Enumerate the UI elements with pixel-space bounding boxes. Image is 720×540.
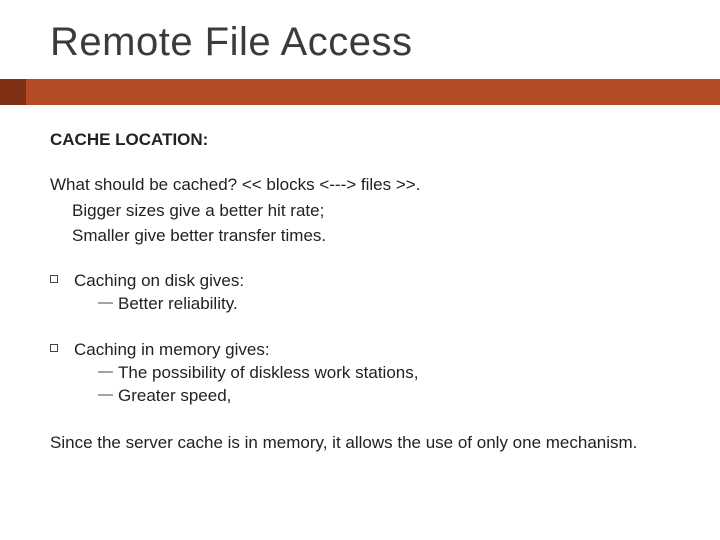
dash-bullet-icon: — xyxy=(98,363,112,382)
sub-list-item: — Greater speed, xyxy=(50,385,670,406)
square-bullet-icon xyxy=(50,275,58,283)
section-heading: CACHE LOCATION: xyxy=(50,129,670,150)
square-bullet-icon xyxy=(50,344,58,352)
content-area: CACHE LOCATION: What should be cached? <… xyxy=(50,129,670,454)
sub-item-text: Better reliability. xyxy=(118,293,238,314)
sub-item-text: Greater speed, xyxy=(118,385,231,406)
list-item: Caching in memory gives: xyxy=(50,339,670,360)
intro-sub-1: Bigger sizes give a better hit rate; xyxy=(50,200,670,221)
intro-line: What should be cached? << blocks <---> f… xyxy=(50,174,670,195)
bullet-group-1: Caching on disk gives: — Better reliabil… xyxy=(50,270,670,315)
dash-bullet-icon: — xyxy=(98,294,112,313)
accent-band xyxy=(0,79,720,105)
sub-list-item: — Better reliability. xyxy=(50,293,670,314)
list-item: Caching on disk gives: xyxy=(50,270,670,291)
bullet-group-2: Caching in memory gives: — The possibili… xyxy=(50,339,670,407)
bullet-lead: Caching on disk gives: xyxy=(74,270,244,291)
slide: Remote File Access CACHE LOCATION: What … xyxy=(0,0,720,540)
sub-list-item: — The possibility of diskless work stati… xyxy=(50,362,670,383)
intro-sub-2: Smaller give better transfer times. xyxy=(50,225,670,246)
bullet-lead: Caching in memory gives: xyxy=(74,339,270,360)
sub-item-text: The possibility of diskless work station… xyxy=(118,362,418,383)
closing-text: Since the server cache is in memory, it … xyxy=(50,432,670,453)
dash-bullet-icon: — xyxy=(98,386,112,405)
page-title: Remote File Access xyxy=(50,20,670,65)
